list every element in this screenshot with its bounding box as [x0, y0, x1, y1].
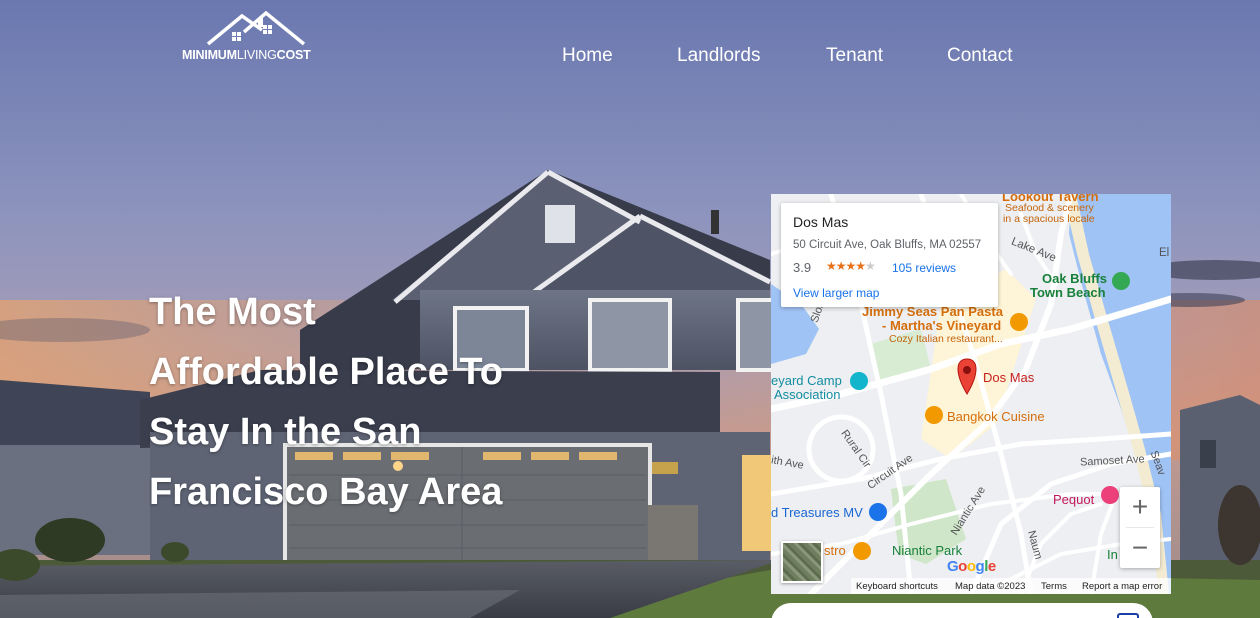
nav-home[interactable]: Home	[562, 45, 613, 67]
terms-link[interactable]: Terms	[1041, 581, 1067, 592]
satellite-toggle-button[interactable]	[781, 541, 823, 583]
house-roof-icon	[206, 10, 306, 46]
site-logo[interactable]: MINIMUMLIVINGCOST	[180, 10, 332, 66]
place-address: 50 Circuit Ave, Oak Bluffs, MA 02557	[793, 239, 982, 251]
zoom-controls: + −	[1120, 487, 1160, 568]
map-label-camp[interactable]: eyard Camp	[771, 373, 842, 388]
zoom-in-button[interactable]: +	[1120, 487, 1160, 527]
place-rating: 3.9	[793, 260, 812, 275]
google-logo: Google	[947, 558, 996, 575]
headline-line: Affordable Place To	[149, 351, 504, 393]
map-label-camp: Association	[774, 387, 841, 402]
map-attribution-bar: Keyboard shortcuts Map data ©2023 Terms …	[851, 578, 1171, 594]
map-marker-label[interactable]: Dos Mas	[983, 370, 1034, 385]
map-label-restaurant[interactable]: Bangkok Cuisine	[947, 409, 1045, 424]
map-label-hotel[interactable]: Pequot	[1053, 492, 1094, 507]
map-label-park[interactable]: Niantic Park	[892, 543, 962, 558]
map-label-beach: Town Beach	[1030, 285, 1106, 300]
headline-line: Francisco Bay Area	[149, 471, 503, 513]
map-label-restaurant[interactable]: stro	[824, 543, 846, 558]
logo-wordmark: MINIMUMLIVINGCOST	[182, 48, 311, 62]
nav-tenant[interactable]: Tenant	[826, 45, 883, 67]
place-info-card: Dos Mas 50 Circuit Ave, Oak Bluffs, MA 0…	[781, 203, 998, 307]
google-map-embed[interactable]: Lookout Tavern Seafood & scenery in a sp…	[771, 194, 1171, 594]
headline-line: The Most	[149, 291, 316, 333]
map-label-beach[interactable]: Oak Bluffs	[1042, 271, 1107, 286]
widget-icon	[1117, 613, 1139, 618]
zoom-out-button[interactable]: −	[1120, 528, 1160, 568]
view-larger-map-link[interactable]: View larger map	[793, 286, 879, 300]
map-label-poi: In	[1107, 547, 1118, 562]
report-map-error-link[interactable]: Report a map error	[1082, 581, 1162, 592]
rating-stars-icon: ★★★★★	[826, 259, 876, 273]
map-label-street: El	[1159, 247, 1170, 259]
bottom-widget[interactable]	[771, 603, 1153, 618]
nav-landlords[interactable]: Landlords	[677, 45, 760, 67]
reviews-link[interactable]: 105 reviews	[892, 261, 956, 275]
map-label-lookout-sub: in a spacious locale	[1003, 213, 1095, 225]
nav-contact[interactable]: Contact	[947, 45, 1012, 67]
keyboard-shortcuts-link[interactable]: Keyboard shortcuts	[856, 581, 938, 592]
map-data-text: Map data ©2023	[955, 581, 1026, 592]
map-label-restaurant: - Martha's Vineyard	[882, 318, 1002, 333]
headline-line: Stay In the San	[149, 411, 422, 453]
map-label-shop[interactable]: d Treasures MV	[771, 505, 863, 520]
map-label-restaurant-sub: Cozy Italian restaurant...	[889, 333, 1003, 345]
place-name: Dos Mas	[793, 214, 849, 230]
hero-headline: The Most Affordable Place To Stay In the…	[149, 282, 549, 522]
